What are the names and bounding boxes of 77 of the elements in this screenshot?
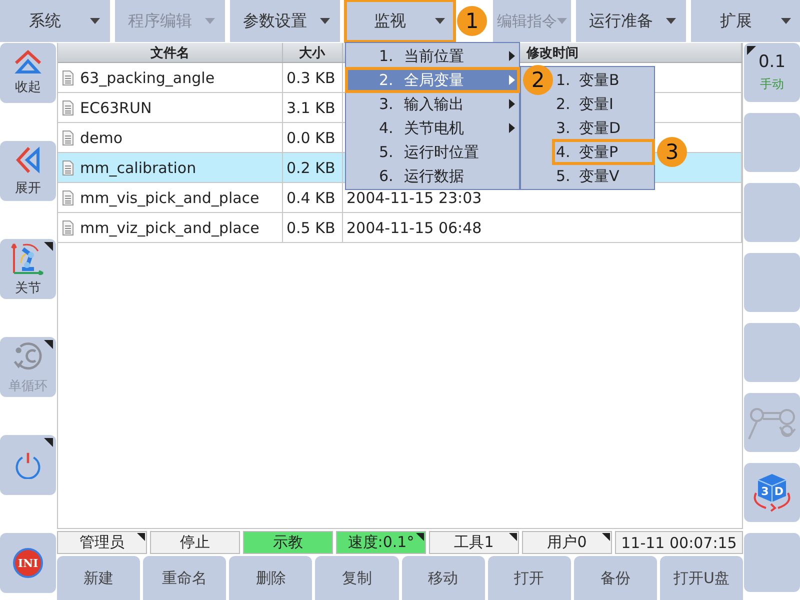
file-name: 63_packing_angle	[80, 68, 215, 86]
menu-item[interactable]: 2. 全局变量	[346, 68, 519, 92]
file-icon	[62, 70, 74, 86]
ini-icon: INI	[13, 548, 43, 578]
action-button[interactable]: 备份	[574, 556, 657, 600]
menu-item[interactable]: 4. 关节电机	[346, 116, 519, 140]
side-button[interactable]: 展开	[0, 141, 56, 201]
menu-item[interactable]: 1. 变量B	[553, 68, 654, 92]
status-field[interactable]: 工具1	[429, 531, 519, 554]
side-button[interactable]: 关节	[0, 239, 56, 299]
caret-icon	[435, 18, 445, 24]
button-label: 关节	[15, 280, 41, 297]
action-button[interactable]: 删除	[229, 556, 312, 600]
column-header: 文件名	[58, 43, 282, 62]
side-button[interactable]: INI	[0, 533, 56, 593]
status-field[interactable]: 停止	[150, 531, 240, 554]
menu-tab[interactable]: 监视	[345, 0, 455, 42]
file-name: mm_viz_pick_and_place	[80, 218, 260, 236]
side-button[interactable]: 3 D	[744, 463, 800, 522]
file-size: 0.0 KB	[286, 128, 336, 146]
callout-marker: 1	[457, 6, 487, 36]
menu-item[interactable]: 4. 变量P	[553, 140, 654, 164]
menu-tab[interactable]: 扩展	[691, 0, 800, 42]
file-name: mm_vis_pick_and_place	[80, 188, 260, 206]
side-button[interactable]: 0.1 手动	[744, 43, 800, 102]
caret-icon	[205, 18, 215, 24]
menu-item[interactable]: 3. 输入输出	[346, 92, 519, 116]
status-field[interactable]: 用户0	[522, 531, 612, 554]
file-size: 0.5 KB	[286, 218, 336, 236]
file-icon	[62, 130, 74, 146]
menu-tab[interactable]: 系统	[0, 0, 110, 42]
file-name: demo	[80, 128, 123, 146]
file-size: 3.1 KB	[286, 98, 336, 116]
robot-arm-icon	[11, 241, 45, 275]
menu-item[interactable]: 5. 运行时位置	[346, 140, 519, 164]
caret-icon	[781, 18, 791, 24]
caret-icon	[666, 18, 676, 24]
button-label: 收起	[15, 79, 41, 96]
modified-time: 2004-11-15 23:03	[346, 188, 482, 206]
file-name: EC63RUN	[80, 98, 152, 116]
file-size: 0.3 KB	[286, 68, 336, 86]
menu-item[interactable]: 3. 变量D	[553, 116, 654, 140]
modified-time: 2004-11-15 06:48	[346, 218, 482, 236]
status-field[interactable]: 速度:0.1°	[336, 531, 426, 554]
file-icon	[62, 220, 74, 236]
action-button[interactable]: 移动	[402, 556, 485, 600]
power-icon	[14, 451, 42, 479]
expand-icon	[16, 145, 40, 175]
side-button[interactable]	[744, 393, 800, 452]
side-button[interactable]	[0, 435, 56, 495]
file-size: 0.4 KB	[286, 188, 336, 206]
menu-tab[interactable]: 运行准备	[576, 0, 686, 42]
column-header: 大小	[282, 43, 342, 62]
button-label: 展开	[15, 180, 41, 197]
file-size: 0.2 KB	[286, 158, 336, 176]
speed-value: 0.1	[758, 52, 786, 72]
action-button[interactable]: 重命名	[143, 556, 226, 600]
mode-label: 手动	[760, 76, 784, 93]
file-icon	[62, 160, 74, 176]
menu-tab[interactable]: 参数设置	[230, 0, 340, 42]
file-icon	[62, 190, 74, 206]
collapse-icon	[13, 50, 43, 74]
action-button[interactable]: 打开U盘	[660, 556, 743, 600]
action-button[interactable]: 打开	[488, 556, 571, 600]
file-row[interactable]: mm_viz_pick_and_place 0.5 KB 2004-11-15 06:48	[58, 212, 742, 242]
button-label: 单循环	[8, 378, 48, 395]
status-field[interactable]: 管理员	[57, 531, 147, 554]
caret-icon	[320, 18, 330, 24]
status-field[interactable]: 示教	[243, 531, 333, 554]
action-button[interactable]: 新建	[57, 556, 140, 600]
side-button[interactable]: 收起	[0, 43, 56, 103]
file-icon	[62, 100, 74, 116]
menu-item[interactable]: 2. 变量I	[553, 92, 654, 116]
caret-icon	[557, 18, 567, 24]
file-name: mm_calibration	[80, 158, 196, 176]
caret-icon	[90, 18, 100, 24]
action-button[interactable]: 复制	[315, 556, 398, 600]
